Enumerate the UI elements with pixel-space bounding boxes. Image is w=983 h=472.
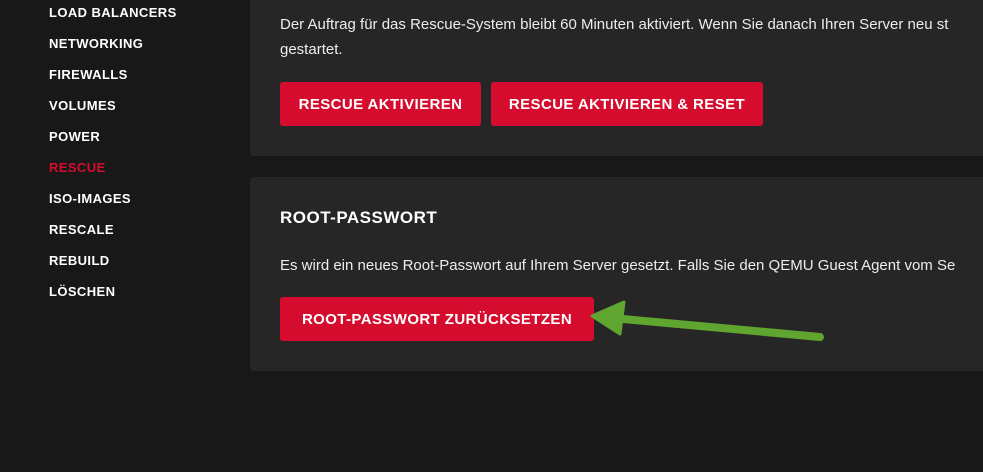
sidebar-item-rebuild[interactable]: REBUILD [49, 253, 110, 269]
sidebar-item-loeschen[interactable]: LÖSCHEN [49, 284, 115, 300]
sidebar-item-networking[interactable]: NETWORKING [49, 36, 143, 52]
rescue-description-line-2: gestartet. [280, 41, 343, 58]
rescue-description-line-1: Der Auftrag für das Rescue-System bleibt… [280, 16, 949, 33]
sidebar-item-firewalls[interactable]: FIREWALLS [49, 67, 128, 83]
sidebar-item-load-balancers[interactable]: LOAD BALANCERS [49, 5, 177, 21]
root-password-reset-button[interactable]: ROOT-PASSWORT ZURÜCKSETZEN [280, 297, 594, 341]
sidebar-item-rescue[interactable]: RESCUE [49, 160, 106, 176]
rescue-activate-button[interactable]: RESCUE AKTIVIEREN [280, 82, 481, 126]
root-password-card: ROOT-PASSWORT Es wird ein neues Root-Pas… [250, 177, 983, 371]
sidebar-item-iso-images[interactable]: ISO-IMAGES [49, 191, 131, 207]
sidebar-item-power[interactable]: POWER [49, 129, 100, 145]
rescue-activate-reset-button[interactable]: RESCUE AKTIVIEREN & RESET [491, 82, 763, 126]
rescue-card: Der Auftrag für das Rescue-System bleibt… [250, 0, 983, 156]
sidebar-item-rescale[interactable]: RESCALE [49, 222, 114, 238]
sidebar-nav: LOAD BALANCERS NETWORKING FIREWALLS VOLU… [0, 0, 240, 472]
root-password-title: ROOT-PASSWORT [280, 208, 438, 227]
sidebar-item-volumes[interactable]: VOLUMES [49, 98, 116, 114]
root-password-description: Es wird ein neues Root-Passwort auf Ihre… [280, 257, 956, 274]
